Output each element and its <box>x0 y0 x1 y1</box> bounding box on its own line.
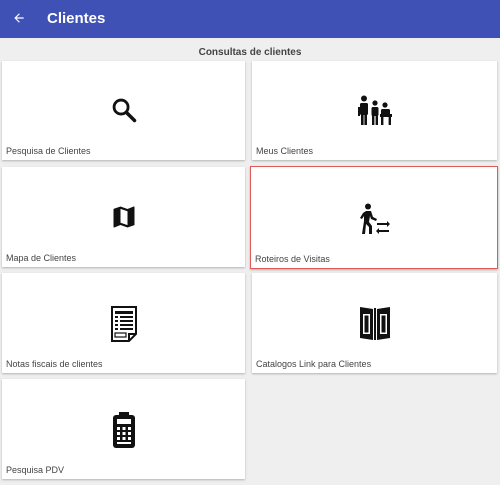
card-meus-clientes[interactable]: Meus Clientes <box>252 61 497 160</box>
page-title: Clientes <box>47 10 106 27</box>
card-notas-fiscais-de-clientes[interactable]: Notas fiscais de clientes <box>2 273 245 373</box>
family-icon <box>355 95 395 127</box>
card-label: Catalogos Link para Clientes <box>256 359 372 369</box>
card-label: Mapa de Clientes <box>6 253 77 263</box>
card-label: Pesquisa PDV <box>6 465 65 475</box>
pos-terminal-icon <box>111 411 137 449</box>
section-title: Consultas de clientes <box>198 47 302 58</box>
app-bar: Clientes <box>0 0 500 38</box>
card-label: Roteiros de Visitas <box>255 254 330 264</box>
card-label: Meus Clientes <box>256 146 314 156</box>
card-label: Notas fiscais de clientes <box>6 359 103 369</box>
card-catalogos-link-para-clientes[interactable]: Catalogos Link para Clientes <box>252 273 497 373</box>
walking-route-icon <box>357 202 391 236</box>
card-pesquisa-de-clientes[interactable]: Pesquisa de Clientes <box>2 61 245 160</box>
arrow-left-icon <box>14 13 24 23</box>
card-mapa-de-clientes[interactable]: Mapa de Clientes <box>2 167 245 267</box>
card-roteiros-de-visitas[interactable]: Roteiros de Visitas <box>250 166 498 269</box>
catalog-book-icon <box>358 305 392 341</box>
map-icon <box>109 202 139 232</box>
back-button[interactable] <box>8 7 30 29</box>
card-pesquisa-pdv[interactable]: Pesquisa PDV <box>2 379 245 479</box>
card-label: Pesquisa de Clientes <box>6 146 91 156</box>
search-icon <box>109 95 139 125</box>
invoice-icon <box>109 306 139 342</box>
